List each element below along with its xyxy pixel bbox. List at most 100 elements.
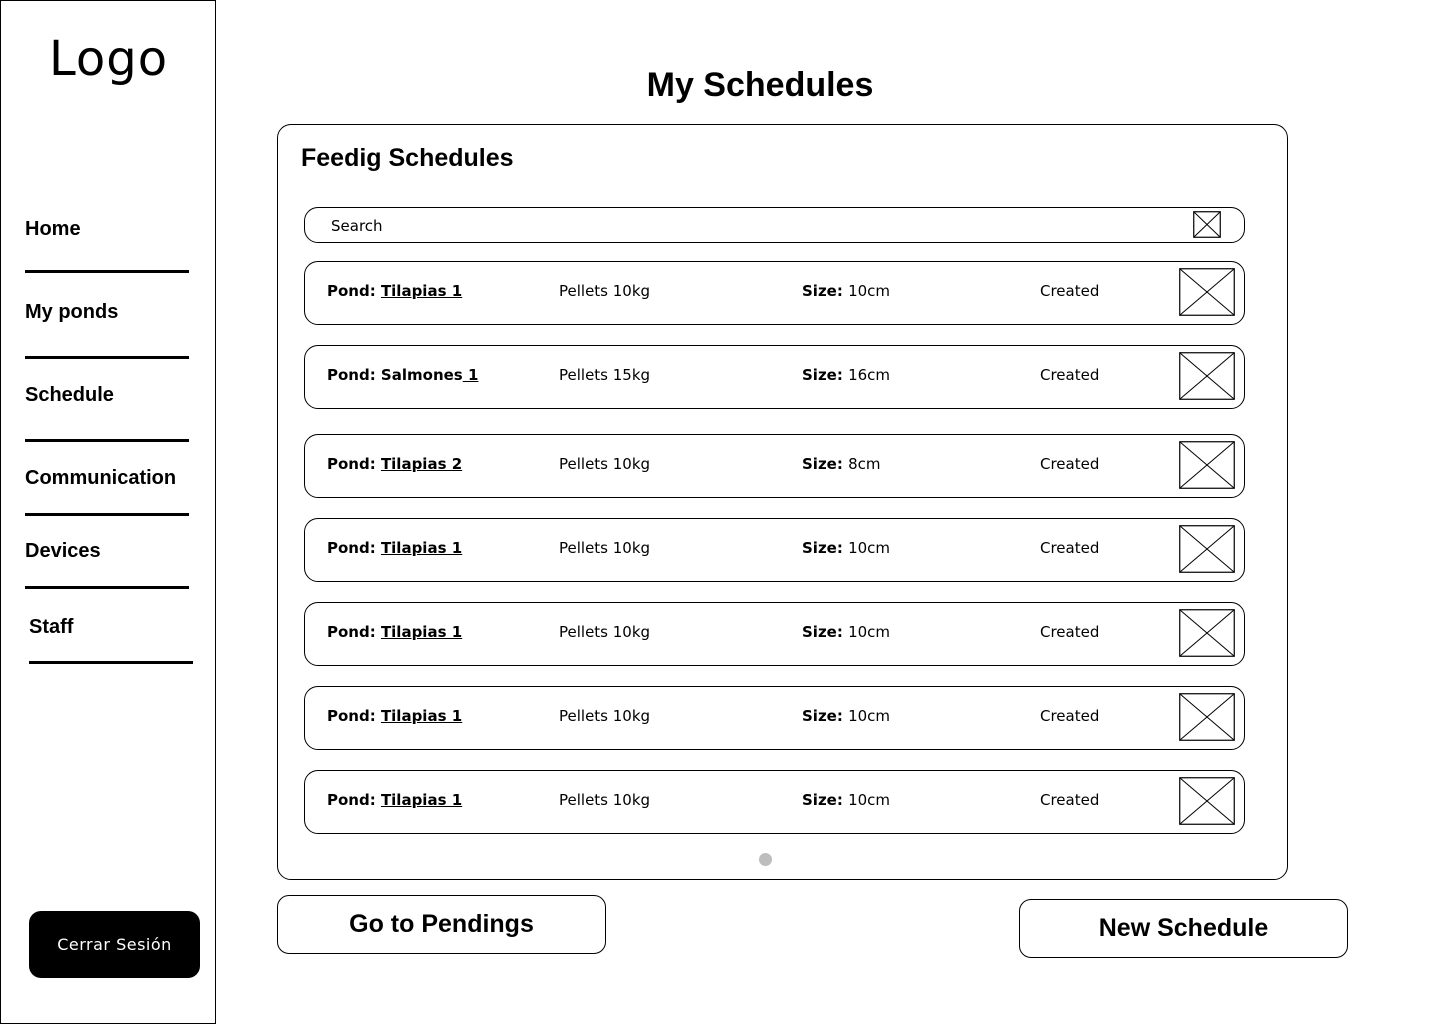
- nav-divider: [25, 439, 189, 442]
- logout-button[interactable]: Cerrar Sesión: [29, 911, 200, 978]
- pond-name-link[interactable]: Tilapias 1: [381, 623, 462, 641]
- size-label: Size:: [802, 366, 849, 384]
- status-cell: Created: [1040, 455, 1100, 473]
- size-cell: Size: 8cm: [802, 455, 880, 473]
- size-value: 8cm: [848, 455, 881, 473]
- sidebar-item-home[interactable]: Home: [25, 215, 189, 275]
- size-value: 10cm: [848, 623, 891, 641]
- page-title: My Schedules: [646, 66, 874, 104]
- size-label: Size:: [802, 791, 849, 809]
- food-cell: Pellets 10kg: [559, 707, 651, 725]
- status-cell: Created: [1040, 707, 1100, 725]
- panel-title: Feedig Schedules: [301, 144, 514, 172]
- pond-cell: Pond: Tilapias 1: [327, 791, 462, 809]
- image-placeholder-icon[interactable]: [1179, 352, 1235, 400]
- pond-cell: Pond: Tilapias 1: [327, 282, 462, 300]
- status-cell: Created: [1040, 539, 1100, 557]
- pond-name-link[interactable]: Tilapias 1: [381, 539, 462, 557]
- size-value: 10cm: [848, 282, 891, 300]
- image-placeholder-icon[interactable]: [1193, 211, 1221, 238]
- pond-label: Pond:: [327, 455, 381, 473]
- pond-cell: Pond: Tilapias 2: [327, 455, 462, 473]
- food-cell: Pellets 10kg: [559, 282, 651, 300]
- size-cell: Size: 10cm: [802, 623, 890, 641]
- size-cell: Size: 10cm: [802, 539, 890, 557]
- size-value: 10cm: [848, 539, 891, 557]
- food-cell: Pellets 10kg: [559, 539, 651, 557]
- search-placeholder: Search: [331, 217, 383, 235]
- logo: Logo: [49, 31, 169, 87]
- pond-label: Pond: Salmones: [327, 366, 463, 384]
- go-to-pendings-button[interactable]: Go to Pendings: [277, 895, 606, 954]
- food-cell: Pellets 10kg: [559, 455, 651, 473]
- size-label: Size:: [802, 282, 849, 300]
- pond-name-link[interactable]: Tilapias 1: [381, 791, 462, 809]
- nav-divider: [25, 586, 189, 589]
- nav-divider: [25, 356, 189, 359]
- image-placeholder-icon[interactable]: [1179, 441, 1235, 489]
- schedule-row[interactable]: Pond: Salmones 1 Pellets 15kg Size: 16cm Cr…: [304, 345, 1245, 409]
- status-cell: Created: [1040, 623, 1100, 641]
- status-cell: Created: [1040, 366, 1100, 384]
- image-placeholder-icon[interactable]: [1179, 525, 1235, 573]
- pond-label: Pond:: [327, 623, 381, 641]
- pond-cell: Pond: Tilapias 1: [327, 707, 462, 725]
- pagination-dot[interactable]: [759, 853, 772, 866]
- sidebar-item-devices[interactable]: Devices: [25, 537, 189, 591]
- sidebar-item-my-ponds[interactable]: My ponds: [25, 298, 189, 360]
- pond-name-link[interactable]: Tilapias 1: [381, 282, 462, 300]
- schedule-row[interactable]: Pond: Tilapias 1 Pellets 10kg Size: 10cm Cr…: [304, 602, 1245, 666]
- size-label: Size:: [802, 455, 849, 473]
- pond-cell: Pond: Tilapias 1: [327, 623, 462, 641]
- sidebar-item-label: Home: [25, 218, 81, 240]
- sidebar-item-staff[interactable]: Staff: [29, 613, 193, 667]
- size-label: Size:: [802, 539, 849, 557]
- schedule-row[interactable]: Pond: Tilapias 1 Pellets 10kg Size: 10cm Cr…: [304, 686, 1245, 750]
- food-cell: Pellets 15kg: [559, 366, 651, 384]
- sidebar-item-label: My ponds: [25, 301, 119, 323]
- sidebar-item-schedule[interactable]: Schedule: [25, 381, 189, 443]
- image-placeholder-icon[interactable]: [1179, 777, 1235, 825]
- nav-divider: [25, 513, 189, 516]
- pond-cell: Pond: Tilapias 1: [327, 539, 462, 557]
- size-cell: Size: 16cm: [802, 366, 890, 384]
- pond-label: Pond:: [327, 707, 381, 725]
- schedule-row[interactable]: Pond: Tilapias 1 Pellets 10kg Size: 10cm Cr…: [304, 518, 1245, 582]
- sidebar-item-label: Schedule: [25, 384, 114, 406]
- schedule-row[interactable]: Pond: Tilapias 2 Pellets 10kg Size: 8cm Cre…: [304, 434, 1245, 498]
- pond-name-link[interactable]: Tilapias 2: [381, 455, 462, 473]
- size-value: 10cm: [848, 707, 891, 725]
- schedules-panel: Feedig Schedules Search Pond: Tilapias 1…: [277, 124, 1288, 880]
- status-cell: Created: [1040, 791, 1100, 809]
- schedule-row[interactable]: Pond: Tilapias 1 Pellets 10kg Size: 10cm Cr…: [304, 261, 1245, 325]
- status-cell: Created: [1040, 282, 1100, 300]
- sidebar: Logo Home My ponds Schedule Communicatio…: [0, 0, 216, 1024]
- size-cell: Size: 10cm: [802, 282, 890, 300]
- image-placeholder-icon[interactable]: [1179, 609, 1235, 657]
- pond-cell: Pond: Salmones 1: [327, 366, 478, 384]
- size-label: Size:: [802, 707, 849, 725]
- pond-label: Pond:: [327, 539, 381, 557]
- pond-label: Pond:: [327, 282, 381, 300]
- pond-label: Pond:: [327, 791, 381, 809]
- search-input[interactable]: Search: [304, 207, 1245, 243]
- sidebar-item-label: Devices: [25, 540, 101, 562]
- pond-name-link[interactable]: Tilapias 1: [381, 707, 462, 725]
- size-label: Size:: [802, 623, 849, 641]
- size-cell: Size: 10cm: [802, 707, 890, 725]
- image-placeholder-icon[interactable]: [1179, 693, 1235, 741]
- food-cell: Pellets 10kg: [559, 791, 651, 809]
- nav-divider: [25, 270, 189, 273]
- size-cell: Size: 10cm: [802, 791, 890, 809]
- schedule-row[interactable]: Pond: Tilapias 1 Pellets 10kg Size: 10cm Cr…: [304, 770, 1245, 834]
- nav-divider: [29, 661, 193, 664]
- size-value: 10cm: [848, 791, 891, 809]
- sidebar-item-label: Communication: [25, 467, 177, 489]
- food-cell: Pellets 10kg: [559, 623, 651, 641]
- sidebar-item-communication[interactable]: Communication: [25, 464, 189, 518]
- sidebar-item-label: Staff: [29, 616, 74, 638]
- new-schedule-button[interactable]: New Schedule: [1019, 899, 1348, 958]
- pond-name-link[interactable]: 1: [463, 366, 478, 384]
- image-placeholder-icon[interactable]: [1179, 268, 1235, 316]
- size-value: 16cm: [848, 366, 891, 384]
